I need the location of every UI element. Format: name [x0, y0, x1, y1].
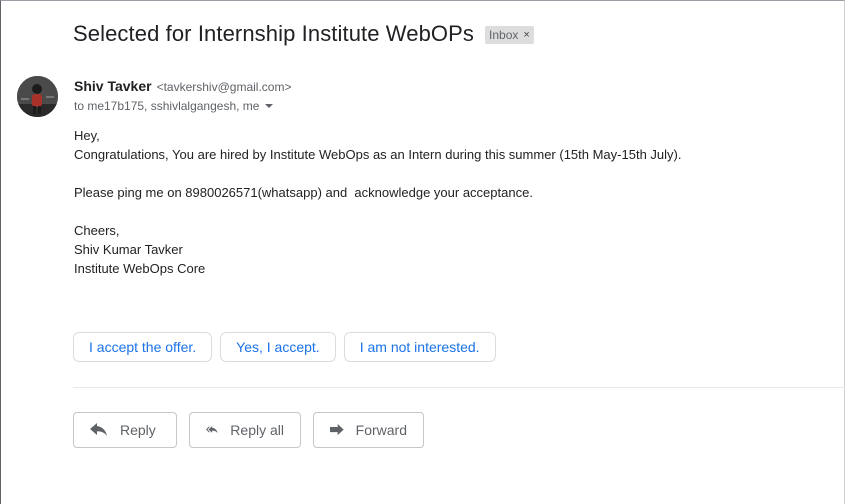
reply-label: Reply	[120, 422, 156, 438]
remove-label-icon[interactable]: ×	[523, 29, 529, 41]
email-subject: Selected for Internship Institute WebOPs	[73, 21, 475, 46]
body-line-1: Congratulations, You are hired by Instit…	[74, 147, 682, 162]
recipients-line: to me17b175, sshivlalgangesh, me	[74, 99, 291, 113]
body-line-2: Please ping me on 8980026571(whatsapp) a…	[74, 185, 533, 200]
forward-label: Forward	[355, 422, 407, 438]
forward-button[interactable]: Forward	[313, 412, 424, 448]
sender-email: <tavkershiv@gmail.com>	[156, 80, 292, 94]
body-signoff: Cheers,	[74, 223, 120, 238]
smart-reply-button[interactable]: I accept the offer.	[73, 332, 213, 362]
reply-actions: Reply Reply all Forward	[73, 412, 436, 448]
smart-reply-button[interactable]: I am not interested.	[343, 332, 496, 362]
sender-block: Shiv Tavker <tavkershiv@gmail.com> to me…	[74, 78, 291, 113]
divider	[73, 387, 845, 388]
reply-all-label: Reply all	[230, 422, 284, 438]
sender-name[interactable]: Shiv Tavker	[74, 78, 152, 94]
body-signature-name: Shiv Kumar Tavker	[74, 242, 183, 257]
show-details-icon[interactable]	[265, 104, 274, 108]
forward-icon	[330, 424, 344, 436]
smart-reply-bar: I accept the offer. Yes, I accept. I am …	[73, 332, 504, 362]
reply-all-icon	[206, 426, 218, 434]
email-body: Hey, Congratulations, You are hired by I…	[74, 126, 681, 278]
reply-icon	[90, 423, 107, 436]
inbox-label-chip[interactable]: Inbox ×	[485, 26, 534, 44]
body-greeting: Hey,	[74, 128, 100, 143]
reply-button[interactable]: Reply	[73, 412, 177, 448]
user-avatar-icon	[17, 76, 58, 117]
recipients-text: to me17b175, sshivlalgangesh, me	[74, 99, 260, 113]
sender-line: Shiv Tavker <tavkershiv@gmail.com>	[74, 78, 291, 94]
email-view: Selected for Internship Institute WebOPs…	[0, 0, 845, 504]
sender-avatar[interactable]	[17, 76, 58, 117]
subject-row: Selected for Internship Institute WebOPs…	[73, 21, 534, 47]
label-chip-text: Inbox	[489, 28, 519, 42]
body-signature-org: Institute WebOps Core	[74, 261, 206, 276]
reply-all-button[interactable]: Reply all	[189, 412, 301, 448]
smart-reply-button[interactable]: Yes, I accept.	[220, 332, 336, 362]
